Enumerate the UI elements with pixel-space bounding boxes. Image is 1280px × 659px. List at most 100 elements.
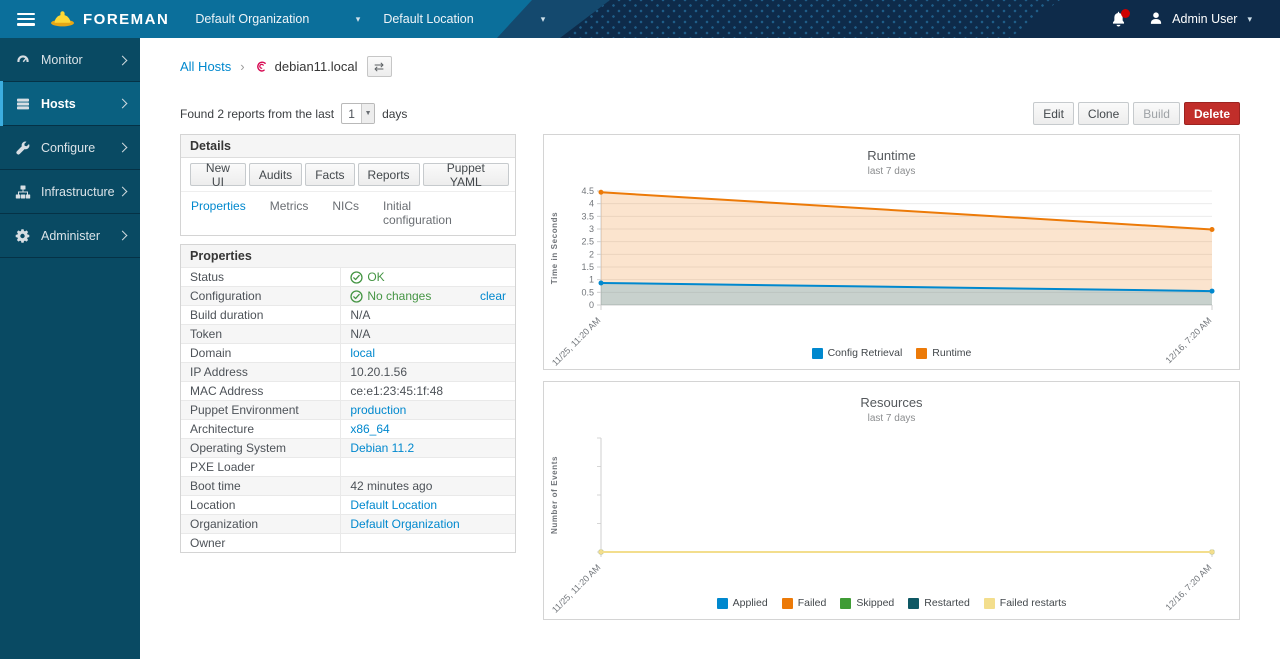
organization-dropdown-label: Default Organization xyxy=(195,12,309,26)
sidebar-item-label: Monitor xyxy=(41,53,83,67)
audits-button[interactable]: Audits xyxy=(249,163,302,186)
host-name-text: debian11.local xyxy=(275,59,358,74)
legend-item-config-retrieval[interactable]: Config Retrieval xyxy=(812,347,903,359)
location-dropdown[interactable]: Default Location ▾ xyxy=(383,12,545,26)
property-link[interactable]: Debian 11.2 xyxy=(350,441,414,455)
legend-item-applied[interactable]: Applied xyxy=(717,597,768,609)
chart-title: Resources xyxy=(544,395,1239,410)
property-label: Puppet Environment xyxy=(181,401,341,419)
legend-item-failed[interactable]: Failed xyxy=(782,597,827,609)
tab-metrics[interactable]: Metrics xyxy=(270,199,309,227)
debian-logo-icon xyxy=(254,59,269,74)
property-row-build-duration: Build durationN/A xyxy=(181,305,515,324)
facts-button[interactable]: Facts xyxy=(305,163,354,186)
wrench-icon xyxy=(15,140,31,156)
property-label: Build duration xyxy=(181,306,341,324)
breadcrumb-all-hosts-link[interactable]: All Hosts xyxy=(180,59,231,74)
legend-item-skipped[interactable]: Skipped xyxy=(840,597,894,609)
property-row-pxe-loader: PXE Loader xyxy=(181,457,515,476)
reports-days-value: 1 xyxy=(342,104,361,123)
clone-button[interactable]: Clone xyxy=(1078,102,1129,125)
tab-initial-configuration[interactable]: Initial configuration xyxy=(383,199,481,227)
legend-label: Skipped xyxy=(856,597,894,609)
status-ok-indicator: No changes xyxy=(350,289,431,303)
details-buttons-row: New UIAuditsFactsReportsPuppet YAML xyxy=(181,158,515,191)
edit-button[interactable]: Edit xyxy=(1033,102,1074,125)
hardhat-icon xyxy=(50,8,75,30)
property-label: Status xyxy=(181,268,341,286)
organization-dropdown[interactable]: Default Organization ▾ xyxy=(195,12,360,26)
property-link[interactable]: Default Location xyxy=(350,498,437,512)
svg-text:Time in Seconds: Time in Seconds xyxy=(550,212,559,284)
gear-icon xyxy=(15,228,31,244)
legend-swatch xyxy=(984,598,995,609)
charts-column: Runtimelast 7 days00.511.522.533.544.5Ti… xyxy=(543,134,1240,620)
menu-icon[interactable] xyxy=(17,13,35,26)
main-content: All Hosts › debian11.local ⇄ Found 2 rep… xyxy=(140,38,1280,659)
sidebar-item-administer[interactable]: Administer xyxy=(0,214,140,258)
user-menu[interactable]: Admin User ▾ xyxy=(1148,10,1252,29)
legend-item-runtime[interactable]: Runtime xyxy=(916,347,971,359)
swap-arrows-icon: ⇄ xyxy=(374,60,384,74)
location-dropdown-label: Default Location xyxy=(383,12,473,26)
svg-text:0.5: 0.5 xyxy=(581,287,594,297)
legend-swatch xyxy=(782,598,793,609)
notifications-bell-icon[interactable] xyxy=(1110,10,1128,28)
legend-label: Failed restarts xyxy=(1000,597,1067,609)
foreman-logo[interactable]: FOREMAN xyxy=(50,8,169,30)
svg-text:3.5: 3.5 xyxy=(581,211,594,221)
svg-text:4: 4 xyxy=(589,199,594,209)
puppet-yaml-button[interactable]: Puppet YAML xyxy=(423,163,509,186)
chart-subtitle: last 7 days xyxy=(544,166,1239,177)
property-link[interactable]: x86_64 xyxy=(350,422,389,436)
property-row-domain: Domainlocal xyxy=(181,343,515,362)
reports-summary-text: Found 2 reports from the last xyxy=(180,107,334,121)
legend-item-failed-restarts[interactable]: Failed restarts xyxy=(984,597,1067,609)
legend-swatch xyxy=(916,348,927,359)
properties-table: StatusOKConfigurationNo changesclearBuil… xyxy=(181,267,515,552)
sidebar-item-label: Administer xyxy=(41,229,100,243)
reports-summary: Found 2 reports from the last 1 ▼ days xyxy=(180,103,407,124)
delete-button[interactable]: Delete xyxy=(1184,102,1240,125)
property-value: production xyxy=(341,401,515,419)
svg-text:1.5: 1.5 xyxy=(581,262,594,272)
property-label: Boot time xyxy=(181,477,341,495)
legend-item-restarted[interactable]: Restarted xyxy=(908,597,970,609)
tab-nics[interactable]: NICs xyxy=(332,199,359,227)
sidebar-item-infrastructure[interactable]: Infrastructure xyxy=(0,170,140,214)
reports-days-unit: days xyxy=(382,107,407,121)
chart-subtitle: last 7 days xyxy=(544,413,1239,424)
property-value: N/A xyxy=(341,325,515,343)
sitemap-icon xyxy=(15,184,31,200)
property-value: 42 minutes ago xyxy=(341,477,515,495)
details-panel: Details New UIAuditsFactsReportsPuppet Y… xyxy=(180,134,516,236)
property-row-boot-time: Boot time42 minutes ago xyxy=(181,476,515,495)
property-label: Organization xyxy=(181,515,341,533)
sidebar-nav: Monitor Hosts ConfigureInfrastructure Admin… xyxy=(0,38,140,659)
chart-legend: Applied Failed Skipped Restarted Failed rest… xyxy=(544,597,1239,609)
sidebar-item-monitor[interactable]: Monitor xyxy=(0,38,140,82)
host-switcher-button[interactable]: ⇄ xyxy=(367,56,392,77)
property-link[interactable]: Default Organization xyxy=(350,517,459,531)
sidebar-item-configure[interactable]: Configure xyxy=(0,126,140,170)
tab-properties[interactable]: Properties xyxy=(191,199,246,227)
reports-button[interactable]: Reports xyxy=(358,163,420,186)
property-link[interactable]: local xyxy=(350,346,375,360)
legend-label: Runtime xyxy=(932,347,971,359)
x-axis-label: 11/25, 11:20 AM xyxy=(550,315,602,367)
chevron-right-icon xyxy=(118,143,128,153)
property-row-architecture: Architecturex86_64 xyxy=(181,419,515,438)
build-button[interactable]: Build xyxy=(1133,102,1180,125)
sidebar-item-hosts[interactable]: Hosts xyxy=(0,82,140,126)
reports-days-select[interactable]: 1 ▼ xyxy=(341,103,375,124)
legend-label: Restarted xyxy=(924,597,970,609)
property-row-puppet-environment: Puppet Environment production xyxy=(181,400,515,419)
svg-text:3: 3 xyxy=(589,224,594,234)
new-ui-button[interactable]: New UI xyxy=(190,163,246,186)
property-link[interactable]: production xyxy=(350,403,406,417)
property-value: ce:e1:23:45:1f:48 xyxy=(341,382,515,400)
clear-link[interactable]: clear xyxy=(480,289,506,303)
sidebar-item-label: Hosts xyxy=(41,97,76,111)
property-label: IP Address xyxy=(181,363,341,381)
reports-toolbar: Found 2 reports from the last 1 ▼ days E… xyxy=(180,102,1240,125)
